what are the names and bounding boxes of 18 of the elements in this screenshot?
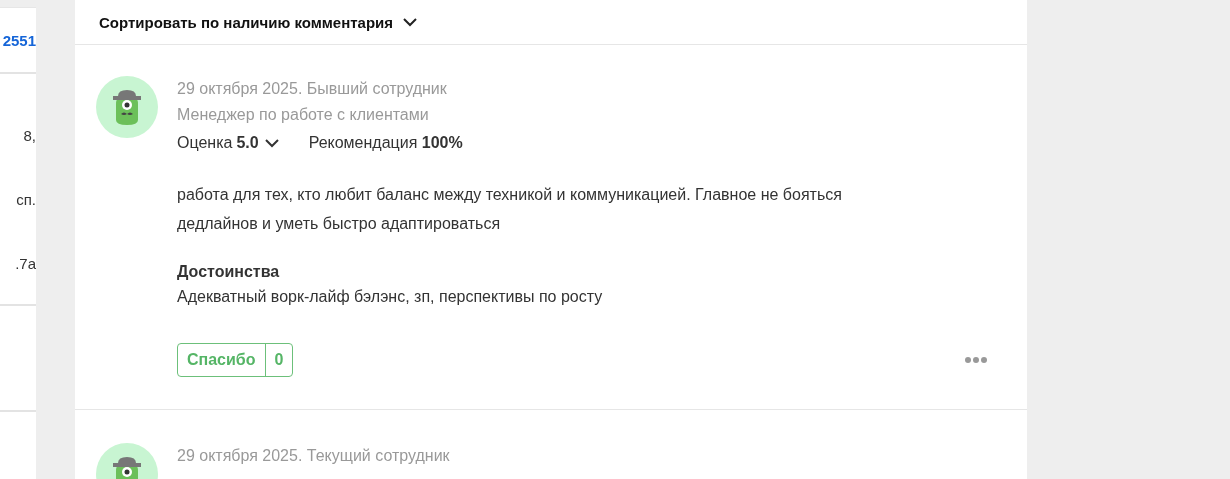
sort-dropdown[interactable]: Сортировать по наличию комментария — [99, 13, 418, 31]
review-date: 29 октября 2025. Бывший сотрудник — [177, 79, 448, 99]
recommendation-text: Рекомендация 100% — [308, 134, 463, 152]
chevron-icon — [403, 17, 418, 27]
info-text: .7а — [14, 254, 36, 274]
review-text: работа для тех, кто любит баланс между техникой и коммуникацией. Главное не бояться дедлайнов и уметь быстро адаптироваться — [177, 185, 843, 234]
avatar-icon — [96, 76, 158, 138]
info-text: сп. — [15, 190, 36, 210]
chevron-icon — [264, 138, 279, 148]
info-text: 8, — [22, 126, 36, 146]
section-text: Адекватный ворк-лайф бэлэнс, зп, перспективы по росту — [177, 287, 604, 307]
job-title: Менеджер по работе с клиентами — [177, 105, 430, 125]
more-icon[interactable] — [965, 357, 987, 363]
section-heading: Достоинства — [177, 262, 281, 282]
number-link[interactable]: 2551 — [2, 31, 36, 49]
thanks-count: 0 — [273, 351, 285, 369]
rating-dropdown[interactable]: Оценка 5.0 — [177, 134, 279, 152]
review-date: 29 октября 2025. Текущий сотрудник — [177, 446, 451, 466]
